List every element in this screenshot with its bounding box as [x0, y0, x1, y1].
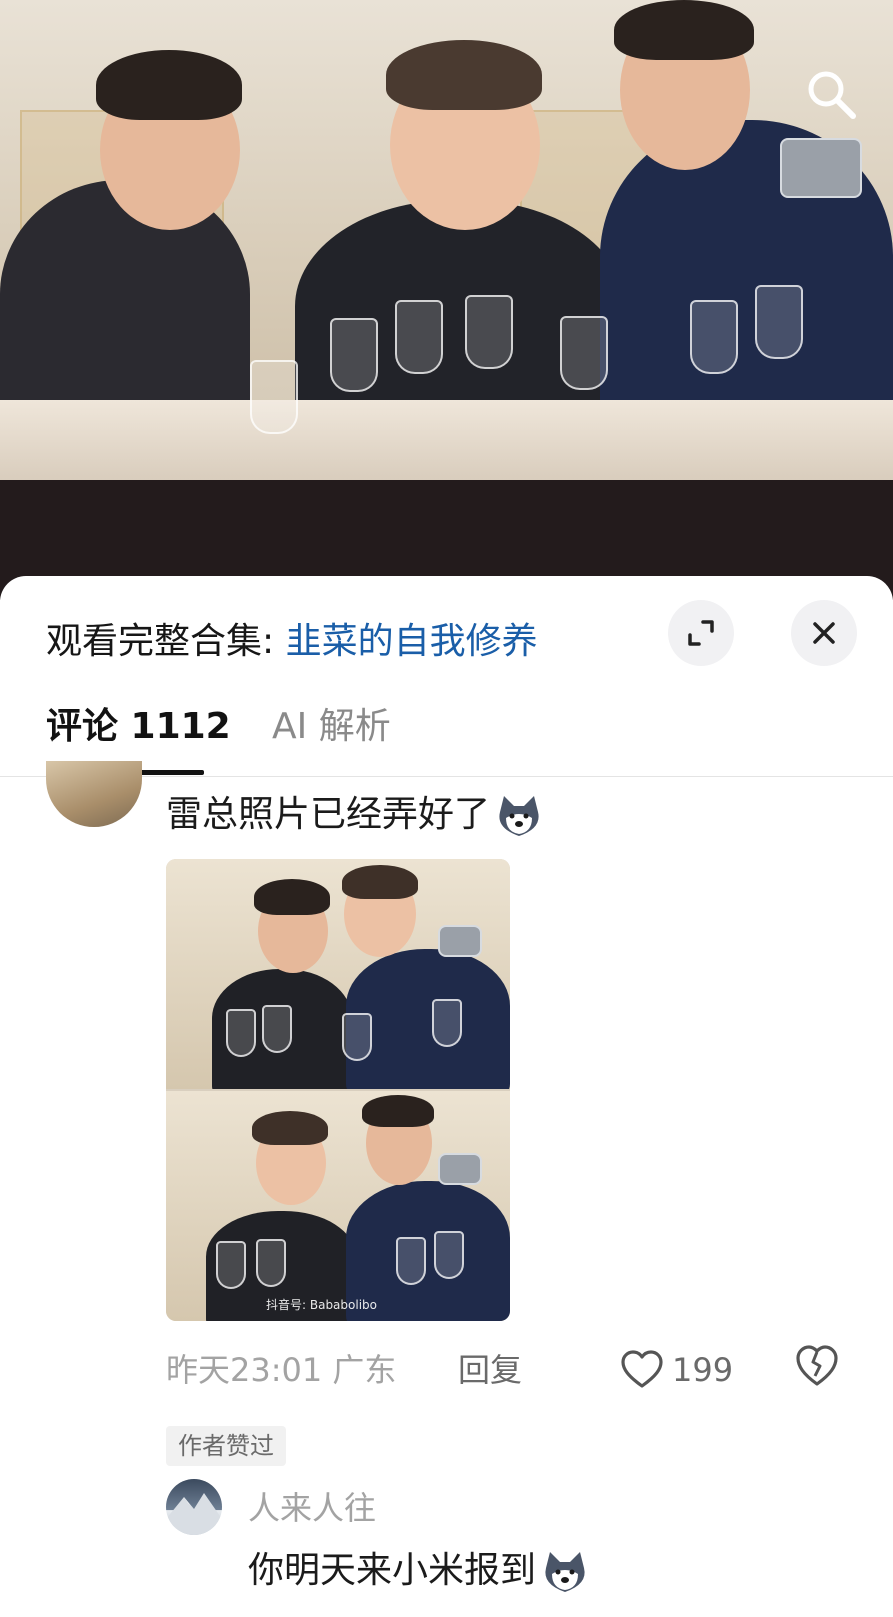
- photo-glass: [342, 1013, 372, 1061]
- photo-glass: [432, 999, 462, 1047]
- husky-sticker-icon: [545, 1552, 585, 1592]
- like-button[interactable]: 199: [620, 1342, 733, 1398]
- photo-phone: [438, 1153, 482, 1185]
- avatar[interactable]: [46, 761, 142, 827]
- video-frame: [0, 0, 893, 480]
- photo-glass: [226, 1009, 256, 1057]
- comment-text: 雷总照片已经弄好了: [166, 790, 544, 840]
- wine-glass: [395, 300, 443, 374]
- comments-sheet: 观看完整合集: 韭菜的自我修养 评论 1112 AI 解析 雷总照片已经弄好了: [0, 576, 893, 1617]
- dislike-button[interactable]: [794, 1344, 840, 1394]
- person-left-hair: [96, 50, 242, 120]
- photo-glass: [396, 1237, 426, 1285]
- author-liked-badge: 作者赞过: [166, 1426, 286, 1466]
- reply-text: 你明天来小米报到: [248, 1546, 590, 1596]
- photo-top: [166, 859, 510, 1089]
- reply-username[interactable]: 人来人往: [248, 1486, 376, 1530]
- comment-image[interactable]: 抖音号: Bababolibo: [166, 859, 510, 1321]
- expand-button[interactable]: [668, 600, 734, 666]
- reply-body: 你明天来小米报到: [248, 1550, 537, 1591]
- wine-glass: [250, 360, 298, 434]
- collection-prefix: 观看完整合集:: [46, 621, 286, 662]
- search-button[interactable]: [801, 64, 861, 124]
- photo-hair: [252, 1111, 328, 1145]
- wine-glass: [690, 300, 738, 374]
- photo-glass: [256, 1239, 286, 1287]
- tab-ai-analysis[interactable]: AI 解析: [272, 702, 391, 752]
- table: [0, 400, 893, 480]
- search-icon: [808, 71, 856, 119]
- wine-glass: [330, 318, 378, 392]
- mountain-icon: [166, 1493, 222, 1535]
- image-watermark: 抖音号: Bababolibo: [266, 1298, 378, 1312]
- comment-body: 雷总照片已经弄好了: [166, 794, 491, 835]
- photo-phone: [438, 925, 482, 957]
- reply-avatar[interactable]: [166, 1479, 222, 1535]
- photo-glass: [262, 1005, 292, 1053]
- photo-hair: [362, 1095, 434, 1127]
- photo-glass: [216, 1241, 246, 1289]
- person-middle-hair: [386, 40, 542, 110]
- collection-link[interactable]: 韭菜的自我修养: [286, 621, 538, 662]
- photo-hair: [254, 879, 330, 915]
- close-button[interactable]: [791, 600, 857, 666]
- husky-sticker-icon: [499, 796, 539, 836]
- phone-in-hand: [780, 138, 862, 198]
- photo-glass: [434, 1231, 464, 1279]
- wine-glass: [755, 285, 803, 359]
- wine-glass: [465, 295, 513, 369]
- collection-header: 观看完整合集: 韭菜的自我修养: [46, 612, 538, 672]
- broken-heart-icon: [796, 1345, 838, 1386]
- comment-time-location: 昨天23:01 广东: [166, 1351, 397, 1389]
- close-icon: [813, 622, 835, 644]
- reply-button[interactable]: 回复: [458, 1348, 522, 1392]
- heart-icon: [621, 1350, 663, 1388]
- wine-glass: [560, 316, 608, 390]
- photo-bottom: 抖音号: Bababolibo: [166, 1091, 510, 1321]
- person-right-hair: [614, 0, 754, 60]
- tab-comments[interactable]: 评论 1112: [46, 702, 231, 752]
- expand-icon: [688, 620, 714, 646]
- video-player[interactable]: [0, 0, 893, 600]
- like-count: 199: [672, 1351, 734, 1389]
- photo-hair: [342, 865, 418, 899]
